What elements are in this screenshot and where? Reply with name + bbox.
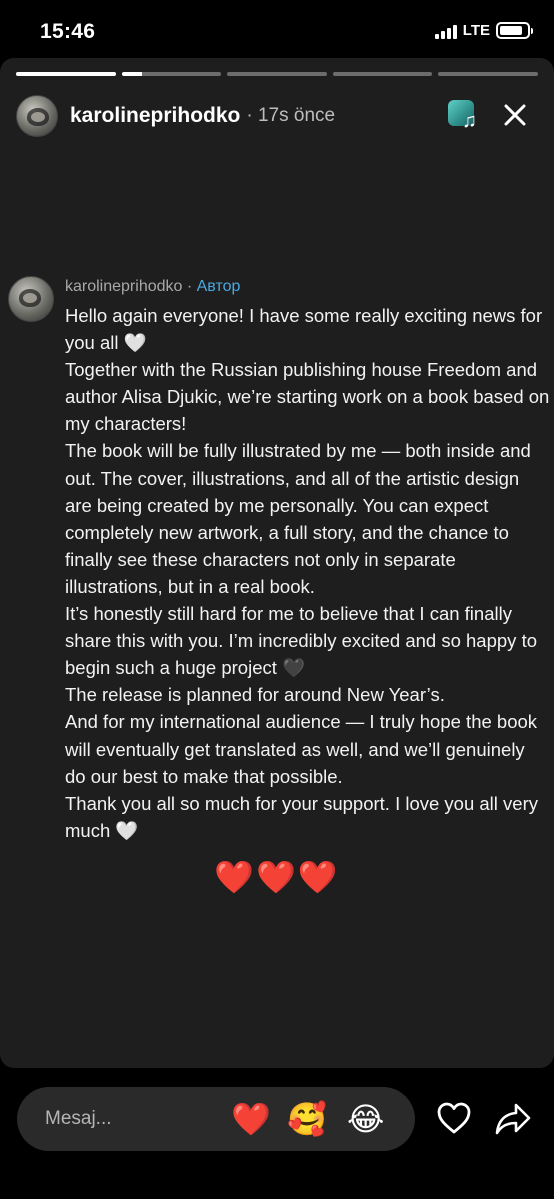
hearts-emoji: ❤️❤️❤️ bbox=[214, 859, 340, 895]
post-username[interactable]: karolineprihodko bbox=[65, 278, 182, 295]
reply-bar: Mesaj... ❤️ 🥰 😂 bbox=[0, 1084, 554, 1154]
status-indicators: LTE bbox=[434, 22, 533, 39]
progress-segment bbox=[227, 72, 327, 76]
reaction-heart[interactable]: ❤️ bbox=[231, 1101, 271, 1137]
post-text: Hello again everyone! I have some really… bbox=[65, 305, 550, 841]
network-type: LTE bbox=[462, 22, 490, 39]
post-meta: karolineprihodko · Автор bbox=[65, 276, 550, 298]
progress-segment bbox=[332, 72, 433, 76]
avatar[interactable] bbox=[16, 95, 58, 137]
message-placeholder: Mesaj... bbox=[45, 1108, 112, 1129]
story-timestamp: · 17s önce bbox=[246, 105, 336, 126]
author-badge: Автор bbox=[196, 278, 241, 295]
story-header: karolineprihodko · 17s önce ♫ bbox=[16, 94, 538, 138]
reaction-laughing[interactable]: 😂 bbox=[347, 1101, 384, 1137]
close-icon[interactable] bbox=[500, 100, 530, 130]
post-body: karolineprihodko · Автор Hello again eve… bbox=[65, 276, 550, 844]
music-sticker-icon[interactable]: ♫ bbox=[448, 100, 480, 132]
story-card[interactable]: karolineprihodko · 17s önce ♫ karolinepr… bbox=[0, 58, 554, 1068]
post-separator: · bbox=[182, 278, 197, 295]
progress-segment bbox=[438, 72, 538, 76]
heart-outline-icon[interactable] bbox=[436, 1101, 472, 1135]
story-username[interactable]: karolineprihodko bbox=[70, 104, 240, 128]
share-arrow-icon[interactable] bbox=[494, 1101, 532, 1137]
progress-segment bbox=[16, 72, 116, 76]
status-bar: 15:46 LTE bbox=[0, 0, 554, 60]
status-time: 15:46 bbox=[40, 20, 96, 43]
reaction-smiling-hearts[interactable]: 🥰 bbox=[287, 1101, 327, 1137]
battery-icon bbox=[496, 22, 533, 39]
progress-segment bbox=[121, 72, 222, 76]
hearts-emoji-row: ❤️❤️❤️ bbox=[0, 858, 554, 896]
story-progress-bar bbox=[16, 72, 538, 76]
message-input[interactable]: Mesaj... ❤️ 🥰 😂 bbox=[17, 1087, 415, 1151]
post-avatar[interactable] bbox=[8, 276, 54, 322]
cellular-signal-icon bbox=[434, 23, 457, 39]
